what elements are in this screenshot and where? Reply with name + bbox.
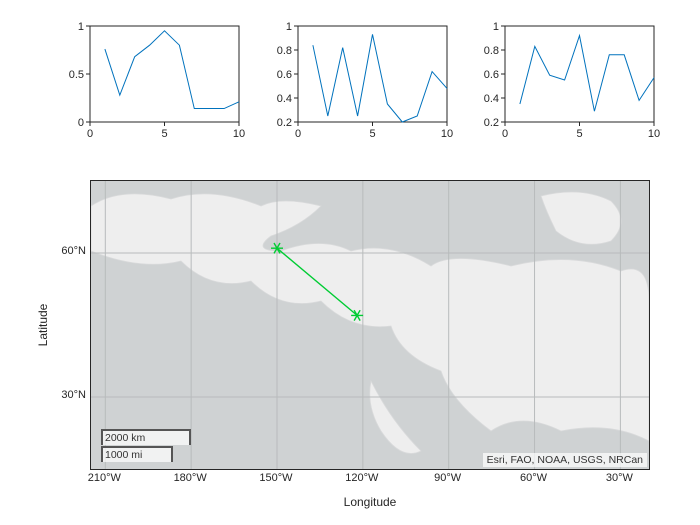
mini-chart-2: 0 5 10 0.2 0.4 0.6 0.8 1 (268, 20, 453, 140)
map-lon-tick: 180°W (165, 472, 215, 484)
svg-text:1: 1 (78, 21, 84, 33)
svg-text:0: 0 (294, 128, 300, 140)
map-lon-tick: 120°W (337, 472, 387, 484)
svg-text:0.2: 0.2 (276, 117, 291, 129)
mini-chart-1-svg: 0 5 10 0 0.5 1 (60, 20, 245, 140)
svg-text:0.2: 0.2 (484, 117, 499, 129)
top-row: 0 5 10 0 0.5 1 0 5 10 0.2 0.4 0.6 0.8 1 0 5 10 0.2 0.4 0.… (60, 20, 660, 140)
mini-chart-3-svg: 0 5 10 0.2 0.4 0.6 0.8 1 (475, 20, 660, 140)
map-attribution: Esri, FAO, NOAA, USGS, NRCan (483, 453, 647, 467)
svg-text:5: 5 (369, 128, 375, 140)
svg-text:10: 10 (440, 128, 452, 140)
svg-text:0.6: 0.6 (484, 69, 499, 81)
svg-text:0: 0 (87, 128, 93, 140)
svg-text:0.6: 0.6 (276, 69, 291, 81)
svg-text:0.4: 0.4 (276, 93, 291, 105)
landmass (91, 192, 649, 454)
mini-chart-3: 0 5 10 0.2 0.4 0.6 0.8 1 (475, 20, 660, 140)
map-svg (91, 181, 649, 469)
map-yaxis: 30°N60°N (55, 180, 90, 470)
scalebar-km: 2000 km (101, 429, 191, 445)
scalebar-mi: 1000 mi (101, 446, 173, 462)
svg-text:0.4: 0.4 (484, 93, 499, 105)
map-lat-tick: 60°N (46, 245, 86, 257)
svg-text:1: 1 (285, 21, 291, 33)
svg-text:0.5: 0.5 (69, 69, 84, 81)
svg-text:0: 0 (502, 128, 508, 140)
svg-text:5: 5 (161, 128, 167, 140)
svg-text:0.8: 0.8 (276, 45, 291, 57)
svg-text:0: 0 (78, 117, 84, 129)
map-lon-tick: 60°W (509, 472, 559, 484)
map-lon-tick: 150°W (251, 472, 301, 484)
svg-text:1: 1 (493, 21, 499, 33)
svg-text:10: 10 (233, 128, 245, 140)
svg-text:10: 10 (648, 128, 660, 140)
map-lat-tick: 30°N (46, 389, 86, 401)
map-xaxis: 210°W180°W150°W120°W90°W60°W30°W (90, 470, 650, 500)
map-plot[interactable]: Esri, FAO, NOAA, USGS, NRCan 2000 km 100… (90, 180, 650, 470)
svg-text:0.8: 0.8 (484, 45, 499, 57)
map-ylabel: Latitude (36, 180, 50, 470)
map-lon-tick: 210°W (79, 472, 129, 484)
mini-chart-2-svg: 0 5 10 0.2 0.4 0.6 0.8 1 (268, 20, 453, 140)
map-scalebar: 2000 km 1000 mi (101, 429, 191, 463)
svg-text:5: 5 (576, 128, 582, 140)
mini-chart-1: 0 5 10 0 0.5 1 (60, 20, 245, 140)
map-lon-tick: 90°W (423, 472, 473, 484)
map-lon-tick: 30°W (594, 472, 644, 484)
